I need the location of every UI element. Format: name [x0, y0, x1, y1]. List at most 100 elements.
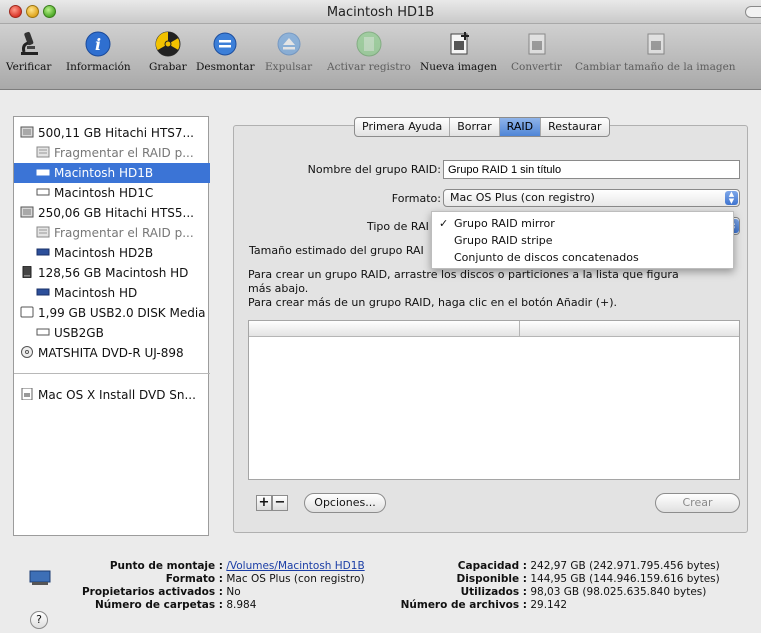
external-disk-icon: [20, 264, 34, 284]
raid-name-label: Nombre del grupo RAID:: [307, 163, 441, 176]
toolbar: Verificar i Información Grabar Desmontar: [0, 24, 761, 90]
unmount-icon: [213, 32, 237, 56]
sidebar-divider: [14, 373, 210, 374]
info-button[interactable]: i Información: [66, 29, 131, 73]
volume-icon: [36, 164, 50, 184]
info-folders: Número de carpetas : 8.984: [95, 599, 257, 611]
info-icon: i: [85, 31, 111, 57]
raid-members-table[interactable]: [248, 320, 740, 480]
volume-outline-icon: [36, 184, 50, 204]
sidebar-item-label: Macintosh HD2B: [54, 246, 154, 260]
create-button[interactable]: Crear: [655, 493, 740, 513]
resize-image-icon: [647, 33, 665, 55]
resize-image-label: Cambiar tamaño de la imagen: [575, 61, 736, 73]
sidebar-item-6[interactable]: Macintosh HD2B: [14, 243, 210, 263]
info-used: Utilizados : 98,03 GB (98.025.635.840 by…: [460, 586, 707, 598]
eject-icon: [277, 32, 301, 56]
unmount-label: Desmontar: [196, 61, 255, 73]
new-image-label: Nueva imagen: [420, 61, 497, 73]
usb-disk-icon: [20, 304, 34, 324]
options-button[interactable]: Opciones...: [304, 493, 386, 513]
mount-point-link[interactable]: /Volumes/Macintosh HD1B: [226, 560, 364, 572]
optical-drive-icon: [20, 344, 34, 364]
sidebar-item-0[interactable]: 500,11 GB Hitachi HTS7...: [14, 123, 210, 143]
sidebar-item-1[interactable]: Fragmentar el RAID p...: [14, 143, 210, 163]
sidebar-item-label: 1,99 GB USB2.0 DISK Media: [38, 306, 206, 320]
raid-type-menu: ✓ Grupo RAID mirror Grupo RAID stripe Co…: [431, 211, 734, 269]
disk-image-icon: [20, 386, 34, 406]
volume-blue-icon: [36, 244, 50, 264]
unmount-button[interactable]: Desmontar: [196, 29, 255, 73]
menu-item-raid-stripe[interactable]: Grupo RAID stripe: [432, 232, 735, 249]
eject-button[interactable]: Expulsar: [265, 29, 312, 73]
disk-list-sidebar: 500,11 GB Hitachi HTS7... Fragmentar el R…: [13, 116, 210, 536]
volume-icon: [29, 570, 51, 585]
instruction-line-3: Para crear más de un grupo RAID, haga cl…: [248, 296, 617, 309]
sidebar-item-label: Macintosh HD1B: [54, 166, 154, 180]
table-column-header[interactable]: [520, 321, 739, 337]
estimated-size-label: Tamaño estimado del grupo RAI: [249, 244, 424, 257]
sidebar-item-label: Fragmentar el RAID p...: [54, 226, 194, 240]
sidebar-item-2[interactable]: Macintosh HD1B: [14, 163, 210, 183]
sidebar-item-10[interactable]: USB2GB: [14, 323, 210, 343]
info-format: Formato : Mac OS Plus (con registro): [165, 573, 365, 585]
tab-first-aid[interactable]: Primera Ayuda: [355, 118, 451, 136]
sidebar-item-7[interactable]: 128,56 GB Macintosh HD: [14, 263, 210, 283]
resize-image-button[interactable]: Cambiar tamaño de la imagen: [575, 29, 736, 73]
sidebar-item-label: 128,56 GB Macintosh HD: [38, 266, 189, 280]
instruction-line-2: más abajo.: [248, 282, 309, 295]
raid-volume-icon: [36, 144, 50, 164]
info-label: Información: [66, 61, 131, 73]
tab-raid[interactable]: RAID: [499, 118, 542, 136]
instruction-line-1: Para crear un grupo RAID, arrastre los d…: [248, 268, 679, 281]
format-label: Formato:: [391, 192, 441, 205]
sidebar-item-3[interactable]: Macintosh HD1C: [14, 183, 210, 203]
burn-button[interactable]: Grabar: [149, 29, 187, 73]
toolbar-toggle-button[interactable]: [745, 6, 761, 18]
volume-outline-icon: [36, 324, 50, 344]
window-title: Macintosh HD1B: [326, 5, 435, 20]
sidebar-item-9[interactable]: 1,99 GB USB2.0 DISK Media: [14, 303, 210, 323]
hard-disk-icon: [20, 124, 34, 144]
remove-raid-button[interactable]: −: [272, 495, 288, 511]
verify-label: Verificar: [6, 61, 52, 73]
sidebar-item-5[interactable]: Fragmentar el RAID p...: [14, 223, 210, 243]
tab-restore[interactable]: Restaurar: [541, 118, 608, 136]
sidebar-item-11[interactable]: MATSHITA DVD-R UJ-898: [14, 343, 210, 363]
enable-journal-button[interactable]: Activar registro: [327, 29, 411, 73]
sidebar-image-item-0[interactable]: Mac OS X Install DVD Sn...: [14, 385, 210, 405]
sidebar-item-label: USB2GB: [54, 326, 104, 340]
add-raid-button[interactable]: +: [256, 495, 272, 511]
popup-arrows-icon: ▲▼: [725, 191, 738, 205]
raid-name-field[interactable]: [443, 160, 740, 179]
convert-button[interactable]: Convertir: [511, 29, 562, 73]
convert-label: Convertir: [511, 61, 562, 73]
tab-bar: Primera Ayuda Borrar RAID Restaurar: [354, 117, 610, 137]
verify-button[interactable]: Verificar: [6, 29, 51, 73]
journal-icon: [356, 31, 382, 57]
sidebar-item-label: 250,06 GB Hitachi HTS5...: [38, 206, 194, 220]
hard-disk-icon: [20, 204, 34, 224]
sidebar-item-8[interactable]: Macintosh HD: [14, 283, 210, 303]
info-capacity: Capacidad : 242,97 GB (242.971.795.456 b…: [457, 560, 720, 572]
checkmark-icon: ✓: [439, 217, 449, 230]
sidebar-item-4[interactable]: 250,06 GB Hitachi HTS5...: [14, 203, 210, 223]
microscope-icon: [20, 31, 38, 55]
tab-erase[interactable]: Borrar: [450, 118, 500, 136]
burn-icon: [155, 31, 181, 57]
info-mount-point: Punto de montaje : /Volumes/Macintosh HD…: [109, 560, 365, 572]
new-image-button[interactable]: Nueva imagen: [420, 29, 497, 73]
sidebar-item-label: MATSHITA DVD-R UJ-898: [38, 346, 184, 360]
info-owners: Propietarios activados : No: [81, 586, 241, 598]
raid-volume-icon: [36, 224, 50, 244]
menu-item-concatenated[interactable]: Conjunto de discos concatenados: [432, 249, 735, 266]
raid-type-label: Tipo de RAI: [367, 220, 429, 233]
sidebar-item-label: Fragmentar el RAID p...: [54, 146, 194, 160]
svg-text:i: i: [95, 35, 101, 54]
info-available: Disponible : 144,95 GB (144.946.159.616 …: [456, 573, 720, 585]
table-column-header[interactable]: [249, 321, 520, 337]
help-button[interactable]: ?: [30, 611, 48, 629]
format-popup[interactable]: Mac OS Plus (con registro) ▲ ▼: [443, 189, 740, 207]
menu-item-raid-mirror[interactable]: ✓ Grupo RAID mirror: [432, 215, 735, 232]
format-value: Mac OS Plus (con registro): [450, 191, 595, 204]
